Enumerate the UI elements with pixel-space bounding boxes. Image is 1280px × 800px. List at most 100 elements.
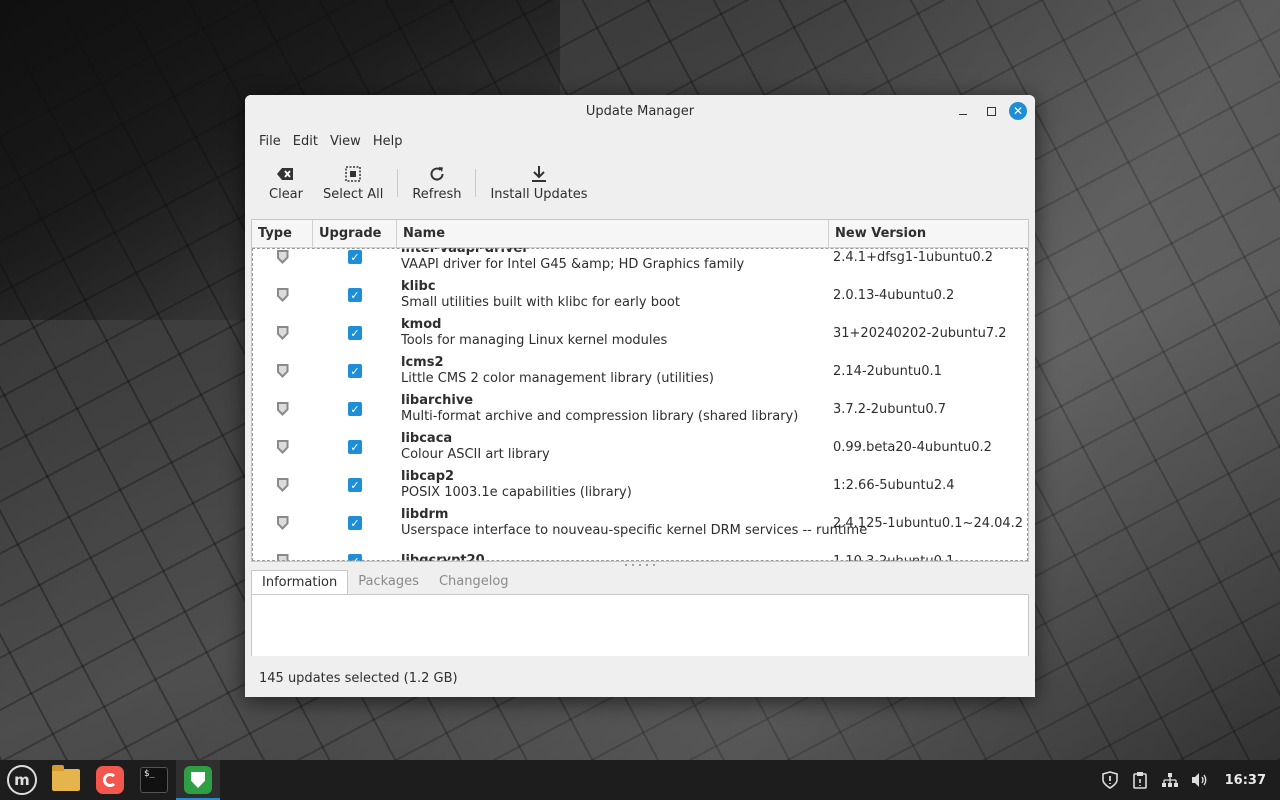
- maximize-button[interactable]: [981, 101, 1001, 121]
- select-all-icon: [343, 164, 363, 184]
- package-name: intel-vaapi-driver: [401, 248, 529, 256]
- upgrade-cell: ✓: [313, 440, 397, 454]
- upgrade-checkbox[interactable]: ✓: [348, 288, 362, 302]
- table-row[interactable]: ✓ libdrm Userspace interface to nouveau-sp…: [252, 504, 1028, 542]
- column-header-upgrade[interactable]: Upgrade: [313, 220, 397, 247]
- upgrade-cell: ✓: [313, 250, 397, 264]
- column-header-new-version[interactable]: New Version: [829, 220, 1028, 247]
- toolbar-separator: [397, 169, 399, 197]
- files-launcher[interactable]: [44, 760, 88, 800]
- details-tabs: Information Packages Changelog: [251, 570, 519, 594]
- menu-view[interactable]: View: [324, 134, 367, 149]
- volume-icon[interactable]: [1191, 771, 1209, 789]
- package-description: Colour ASCII art library: [401, 447, 550, 462]
- menu-bar: File Edit View Help: [245, 127, 1035, 155]
- clear-button[interactable]: Clear: [259, 159, 313, 207]
- security-shield-icon: [276, 554, 289, 561]
- refresh-button[interactable]: Refresh: [402, 159, 471, 207]
- system-tray: 16:37: [1101, 760, 1266, 800]
- close-button[interactable]: ✕: [1009, 102, 1027, 120]
- table-row[interactable]: ✓ libarchive Multi-format archive and comp…: [252, 390, 1028, 428]
- security-shield-icon: [276, 516, 289, 530]
- firefox-icon: [96, 766, 124, 794]
- type-cell: [252, 516, 313, 530]
- package-description: Little CMS 2 color management library (u…: [401, 371, 714, 386]
- menu-button[interactable]: m: [0, 760, 44, 800]
- table-row[interactable]: ✓ libcaca Colour ASCII art library 0.99.bet…: [252, 428, 1028, 466]
- clear-label: Clear: [269, 187, 303, 202]
- table-row[interactable]: ✓ libcap2 POSIX 1003.1e capabilities (libr…: [252, 466, 1028, 504]
- menu-edit[interactable]: Edit: [287, 134, 324, 149]
- package-name: libgcrypt20: [401, 553, 485, 561]
- clipboard-icon[interactable]: [1131, 771, 1149, 789]
- upgrade-checkbox[interactable]: ✓: [348, 326, 362, 340]
- upgrade-checkbox[interactable]: ✓: [348, 402, 362, 416]
- clock[interactable]: 16:37: [1225, 773, 1266, 788]
- window-controls: ✕: [953, 101, 1027, 121]
- upgrade-cell: ✓: [313, 364, 397, 378]
- table-row[interactable]: ✓ libgcrypt20 1.10.3-2ubuntu0.1: [252, 542, 1028, 561]
- column-header-name[interactable]: Name: [397, 220, 829, 247]
- name-cell: libdrm Userspace interface to nouveau-spe…: [397, 507, 868, 539]
- list-body[interactable]: ✓ intel-vaapi-driver VAAPI driver for Inte…: [252, 248, 1028, 561]
- security-shield-icon: [276, 440, 289, 454]
- pane-resize-handle[interactable]: [625, 564, 655, 568]
- type-cell: [252, 478, 313, 492]
- table-row[interactable]: ✓ intel-vaapi-driver VAAPI driver for Inte…: [252, 248, 1028, 276]
- status-text: 145 updates selected (1.2 GB): [259, 671, 458, 686]
- tab-packages[interactable]: Packages: [348, 570, 429, 594]
- name-cell: libcaca Colour ASCII art library: [397, 431, 829, 463]
- type-cell: [252, 402, 313, 416]
- tab-changelog[interactable]: Changelog: [429, 570, 519, 594]
- select-all-label: Select All: [323, 187, 384, 202]
- terminal-launcher[interactable]: $_: [132, 760, 176, 800]
- minimize-button[interactable]: [953, 101, 973, 121]
- firefox-launcher[interactable]: [88, 760, 132, 800]
- type-cell: [252, 326, 313, 340]
- name-cell: libgcrypt20: [397, 553, 829, 561]
- upgrade-checkbox[interactable]: ✓: [348, 516, 362, 530]
- package-description: Userspace interface to nouveau-specific …: [401, 523, 868, 538]
- upgrade-checkbox[interactable]: ✓: [348, 440, 362, 454]
- shield-icon: [184, 766, 212, 794]
- security-shield-icon: [276, 478, 289, 492]
- package-name: klibc: [401, 279, 436, 294]
- column-header-type[interactable]: Type: [252, 220, 313, 247]
- update-shield-tray-icon[interactable]: [1101, 771, 1119, 789]
- window-title: Update Manager: [585, 103, 695, 119]
- upgrade-cell: ✓: [313, 554, 397, 561]
- upgrade-checkbox[interactable]: ✓: [348, 364, 362, 378]
- table-row[interactable]: ✓ klibc Small utilities built with klibc f…: [252, 276, 1028, 314]
- menu-help[interactable]: Help: [367, 134, 409, 149]
- upgrade-cell: ✓: [313, 402, 397, 416]
- menu-file[interactable]: File: [253, 134, 287, 149]
- new-version-cell: 2.4.1+dfsg1-1ubuntu0.2: [833, 249, 994, 265]
- package-name: libcaca: [401, 431, 453, 446]
- table-row[interactable]: ✓ lcms2 Little CMS 2 color management libr…: [252, 352, 1028, 390]
- security-shield-icon: [276, 326, 289, 340]
- new-version-cell: 3.7.2-2ubuntu0.7: [833, 401, 947, 417]
- package-description: Multi-format archive and compression lib…: [401, 409, 799, 424]
- new-version-cell: 31+20240202-2ubuntu7.2: [833, 325, 1007, 341]
- terminal-icon: $_: [140, 767, 168, 793]
- mint-logo-icon: m: [7, 765, 37, 795]
- table-row[interactable]: ✓ kmod Tools for managing Linux kernel mod…: [252, 314, 1028, 352]
- type-cell: [252, 288, 313, 302]
- select-all-button[interactable]: Select All: [313, 159, 393, 207]
- install-updates-button[interactable]: Install Updates: [480, 159, 597, 207]
- tab-information[interactable]: Information: [251, 570, 349, 594]
- type-cell: [252, 554, 313, 561]
- new-version-cell: 1.10.3-2ubuntu0.1: [833, 553, 955, 562]
- upgrade-checkbox[interactable]: ✓: [348, 250, 362, 264]
- upgrade-checkbox[interactable]: ✓: [348, 478, 362, 492]
- upgrade-checkbox[interactable]: ✓: [348, 554, 362, 561]
- type-cell: [252, 250, 313, 264]
- clear-icon: [276, 164, 296, 184]
- update-manager-taskbar-item[interactable]: [176, 760, 220, 800]
- network-icon[interactable]: [1161, 771, 1179, 789]
- download-icon: [529, 164, 549, 184]
- new-version-cell: 2.0.13-4ubuntu0.2: [833, 287, 955, 303]
- security-shield-icon: [276, 288, 289, 302]
- title-bar[interactable]: Update Manager ✕: [245, 95, 1035, 127]
- upgrade-cell: ✓: [313, 478, 397, 492]
